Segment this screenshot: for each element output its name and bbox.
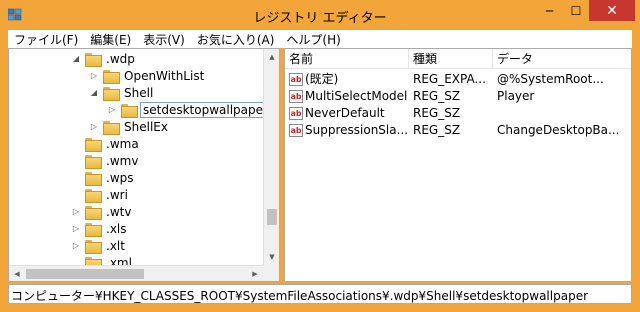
column-header-type[interactable]: 種類 (409, 49, 493, 69)
open-folder-icon (121, 103, 138, 118)
string-value-icon: ab (289, 73, 303, 86)
expand-arrow-icon[interactable]: ▷ (107, 105, 117, 115)
tree-item-label: Shell (124, 85, 154, 100)
tree-item-wtv[interactable]: ▷ .wtv (71, 203, 133, 220)
horizontal-scrollbar[interactable]: ◀ ▶ (9, 265, 263, 281)
tree-item-label: .xlt (106, 238, 125, 253)
tree-item-wri[interactable]: .wri (71, 186, 130, 203)
folder-icon (103, 120, 120, 135)
vertical-scroll-thumb[interactable] (267, 209, 277, 225)
folder-icon (103, 86, 120, 101)
tree-item-wmv[interactable]: .wmv (71, 152, 140, 169)
tree-item-label: .wps (106, 170, 134, 185)
expand-arrow-icon[interactable]: ▷ (89, 71, 99, 81)
scroll-left-arrow-icon[interactable]: ◀ (9, 266, 25, 281)
expand-arrow-icon[interactable]: ▷ (71, 241, 81, 251)
scroll-down-arrow-icon[interactable]: ▼ (264, 249, 279, 265)
status-path: コンピューター¥HKEY_CLASSES_ROOT¥SystemFileAsso… (11, 289, 589, 303)
horizontal-scroll-thumb[interactable] (26, 269, 144, 279)
value-data: ChangeDesktopBa... (497, 123, 620, 137)
value-data (497, 105, 629, 122)
close-button[interactable]: ✕ (589, 0, 635, 21)
tree-item-wma[interactable]: .wma (71, 135, 141, 152)
folder-icon (85, 222, 102, 237)
value-name: MultiSelectModel (305, 89, 408, 103)
value-row[interactable]: ab MultiSelectModel REG_SZ Player (285, 88, 631, 105)
folder-icon (85, 137, 102, 152)
status-bar: コンピューター¥HKEY_CLASSES_ROOT¥SystemFileAsso… (8, 284, 632, 304)
folder-icon (85, 52, 102, 67)
menu-help[interactable]: ヘルプ(H) (280, 31, 346, 48)
tree-item-label: .wdp (106, 51, 135, 66)
string-value-icon: ab (289, 90, 303, 103)
folder-icon (103, 69, 120, 84)
string-value-icon: ab (289, 124, 303, 137)
tree-item-label: .wma (106, 136, 139, 151)
expander-icon[interactable] (71, 156, 81, 166)
expand-arrow-icon[interactable]: ▷ (71, 224, 81, 234)
tree-item-shell[interactable]: ◢ Shell (89, 84, 155, 101)
string-value-icon: ab (289, 107, 303, 120)
menu-file[interactable]: ファイル(F) (8, 31, 84, 48)
value-type: REG_SZ (413, 106, 461, 120)
value-name: SuppressionSla... (305, 123, 409, 137)
tree-item-wps[interactable]: .wps (71, 169, 136, 186)
maximize-button[interactable]: ☐ (563, 0, 589, 21)
expand-arrow-icon[interactable]: ▷ (89, 122, 99, 132)
value-name: NeverDefault (305, 106, 385, 120)
value-data: @%SystemRoot... (497, 72, 604, 86)
close-icon: ✕ (606, 2, 618, 19)
value-type: REG_SZ (413, 89, 461, 103)
menu-view[interactable]: 表示(V) (137, 31, 191, 48)
column-header-data[interactable]: データ (493, 49, 631, 69)
menu-edit[interactable]: 編集(E) (84, 31, 137, 48)
value-row[interactable]: ab NeverDefault REG_SZ (285, 105, 631, 122)
tree-item-label-selected: setdesktopwallpaper (140, 101, 271, 118)
tree-item-label: .wtv (106, 204, 132, 219)
scroll-up-arrow-icon[interactable]: ▲ (264, 49, 279, 65)
values-list-pane: 名前 種類 データ ab (既定) REG_EXPA... @%SystemRo… (284, 48, 632, 282)
scroll-right-arrow-icon[interactable]: ▶ (247, 266, 263, 281)
column-header-name[interactable]: 名前 (285, 49, 409, 69)
tree-item-label: .wmv (106, 153, 139, 168)
key-tree-pane: ◢ .wdp ▷ OpenWithList ◢ Shell ▷ setdeskt… (8, 48, 280, 282)
tree-item-label: OpenWithList (124, 68, 205, 83)
maximize-icon: ☐ (570, 3, 582, 18)
minimize-button[interactable]: ─ (536, 0, 563, 21)
expander-icon[interactable] (71, 139, 81, 149)
vertical-scrollbar[interactable]: ▲ ▼ (263, 49, 279, 265)
collapse-arrow-icon[interactable]: ◢ (89, 88, 99, 98)
expander-icon[interactable] (71, 173, 81, 183)
tree-item-shellex[interactable]: ▷ ShellEx (89, 118, 170, 135)
list-header: 名前 種類 データ (285, 49, 631, 69)
tree-item-label: .xls (106, 221, 127, 236)
value-name: (既定) (305, 72, 339, 86)
collapse-arrow-icon[interactable]: ◢ (71, 54, 81, 64)
value-row[interactable]: ab SuppressionSla... REG_SZ ChangeDeskto… (285, 122, 631, 139)
tree-item-openwithlist[interactable]: ▷ OpenWithList (89, 67, 206, 84)
tree-item-label: .wri (106, 187, 128, 202)
value-data: Player (497, 89, 535, 103)
expand-arrow-icon[interactable]: ▷ (71, 207, 81, 217)
expander-icon[interactable] (71, 190, 81, 200)
tree-item-wdp[interactable]: ◢ .wdp (71, 50, 137, 67)
folder-icon (85, 171, 102, 186)
registry-editor-window: レジストリ エディター ─ ☐ ✕ ファイル(F) 編集(E) 表示(V) お気… (0, 0, 640, 312)
tree-item-setdesktopwallpaper[interactable]: ▷ setdesktopwallpaper (107, 101, 271, 118)
folder-icon (85, 205, 102, 220)
value-type: REG_EXPA... (413, 72, 486, 86)
title-bar[interactable]: レジストリ エディター ─ ☐ ✕ (0, 0, 640, 30)
tree-item-xls[interactable]: ▷ .xls (71, 220, 129, 237)
tree-item-label: ShellEx (124, 119, 168, 134)
menu-bar: ファイル(F) 編集(E) 表示(V) お気に入り(A) ヘルプ(H) (8, 30, 632, 48)
minimize-icon: ─ (545, 3, 554, 18)
folder-icon (85, 154, 102, 169)
value-row[interactable]: ab (既定) REG_EXPA... @%SystemRoot... (285, 71, 631, 88)
folder-icon (85, 239, 102, 254)
menu-favorites[interactable]: お気に入り(A) (191, 31, 281, 48)
value-type: REG_SZ (413, 123, 461, 137)
tree-item-xlt[interactable]: ▷ .xlt (71, 237, 127, 254)
scrollbar-corner (263, 265, 279, 281)
folder-icon (85, 188, 102, 203)
